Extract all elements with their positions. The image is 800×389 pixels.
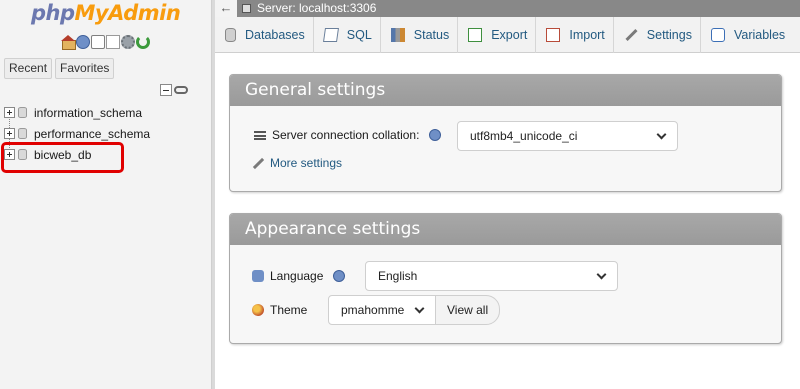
- collapse-all-icon[interactable]: [160, 84, 172, 96]
- chevron-down-icon: [596, 269, 607, 280]
- highlight-annotation-box: [1, 142, 124, 173]
- help-icon[interactable]: [429, 129, 442, 141]
- database-icon: [18, 128, 27, 139]
- tab-sql[interactable]: SQL: [314, 17, 381, 53]
- status-icon: [390, 28, 405, 42]
- more-settings-link[interactable]: More settings: [270, 156, 342, 170]
- collation-label: Server connection collation:: [272, 128, 420, 142]
- tab-databases[interactable]: Databases: [215, 17, 314, 53]
- collation-select[interactable]: utf8mb4_unicode_ci: [457, 121, 678, 151]
- server-breadcrumb-bar: ← Server: localhost:3306: [215, 0, 800, 17]
- theme-row: Theme: [252, 303, 307, 317]
- database-icon: [18, 107, 27, 118]
- logo-my: My: [74, 1, 109, 25]
- panel-title: Appearance settings: [230, 214, 781, 245]
- database-name[interactable]: information_schema: [34, 106, 142, 120]
- chevron-down-icon: [656, 129, 667, 140]
- more-settings-row: More settings: [252, 156, 342, 170]
- tab-status[interactable]: Status: [381, 17, 459, 53]
- link-with-main-icon[interactable]: [174, 86, 188, 94]
- logo-admin: Admin: [108, 1, 181, 25]
- panel-title: General settings: [230, 75, 781, 106]
- theme-label: Theme: [270, 303, 308, 317]
- language-row: Language: [252, 269, 346, 283]
- language-select[interactable]: English: [365, 261, 618, 291]
- tree-controls: [160, 84, 188, 96]
- general-settings-panel: General settings Server connection colla…: [229, 74, 782, 192]
- top-menu-tabs: Databases SQL Status Export Import Setti…: [215, 17, 800, 53]
- tab-label: Databases: [245, 28, 305, 42]
- phpmyadmin-logo[interactable]: phpMyAdmin: [31, 1, 181, 25]
- server-icon: [242, 4, 251, 13]
- database-item[interactable]: information_schema: [4, 102, 150, 123]
- nav-icon-bar: [61, 35, 150, 50]
- wrench-icon: [252, 157, 264, 169]
- tab-label: Status: [413, 28, 450, 42]
- recent-button[interactable]: Recent: [4, 58, 53, 79]
- home-icon[interactable]: [61, 35, 76, 50]
- tab-label: Variables: [733, 28, 786, 42]
- chevron-down-icon: [414, 303, 425, 314]
- collation-row: Server connection collation:: [254, 128, 442, 142]
- tab-export[interactable]: Export: [458, 17, 537, 53]
- logo-php: php: [31, 1, 75, 25]
- theme-value: pmahomme: [341, 303, 405, 317]
- expand-icon[interactable]: [4, 107, 15, 118]
- theme-select[interactable]: pmahomme: [328, 295, 436, 325]
- server-label[interactable]: Server: localhost:3306: [257, 0, 376, 17]
- sql-icon: [322, 28, 339, 42]
- help-icon[interactable]: [333, 270, 346, 282]
- collation-icon: [254, 130, 266, 140]
- tab-settings[interactable]: Settings: [614, 17, 701, 53]
- database-item[interactable]: performance_schema: [4, 123, 150, 144]
- wrench-icon: [624, 28, 638, 42]
- theme-icon: [252, 304, 264, 316]
- mysql-docs-icon[interactable]: [106, 35, 120, 49]
- language-label: Language: [270, 269, 324, 283]
- tab-label: Settings: [646, 28, 692, 42]
- nav-resize-gutter[interactable]: [212, 0, 215, 389]
- tab-label: SQL: [346, 28, 372, 42]
- import-icon: [546, 28, 561, 42]
- language-value: English: [378, 269, 418, 283]
- tab-label: Import: [569, 28, 605, 42]
- database-icon: [225, 28, 236, 42]
- language-icon: [252, 270, 264, 282]
- database-name[interactable]: performance_schema: [34, 127, 150, 141]
- export-icon: [468, 28, 483, 42]
- appearance-settings-panel: Appearance settings Language English The…: [229, 213, 782, 344]
- logout-icon[interactable]: [76, 35, 90, 49]
- reload-icon[interactable]: [136, 35, 150, 49]
- view-all-button[interactable]: View all: [435, 295, 501, 325]
- favorites-button[interactable]: Favorites: [55, 58, 115, 79]
- variables-icon: [710, 28, 725, 42]
- settings-gear-icon[interactable]: [121, 35, 135, 49]
- navigation-panel: phpMyAdmin Recent Favorites information_…: [0, 0, 212, 389]
- tab-variables[interactable]: Variables: [701, 17, 793, 53]
- back-arrow-icon[interactable]: ←: [215, 0, 237, 17]
- expand-icon[interactable]: [4, 128, 15, 139]
- recent-favorites-tabs: Recent Favorites: [4, 58, 115, 79]
- tab-import[interactable]: Import: [536, 17, 614, 53]
- docs-icon[interactable]: [91, 35, 105, 49]
- collation-value: utf8mb4_unicode_ci: [470, 129, 578, 143]
- tab-label: Export: [491, 28, 528, 42]
